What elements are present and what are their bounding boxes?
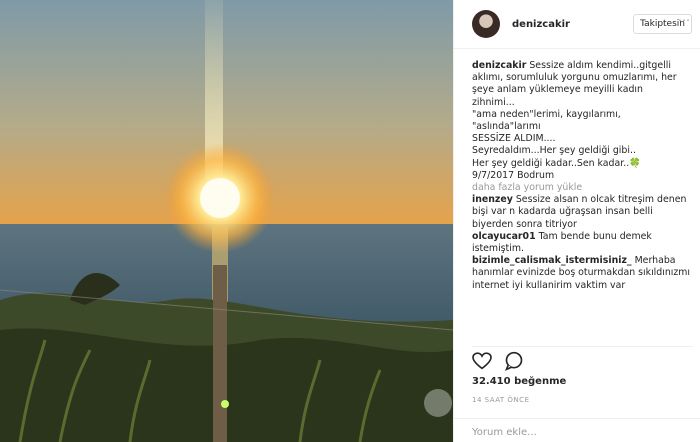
comment: olcayucar01 Tam bende bunu demek istemiş… [472,231,692,255]
caption-line: Seyredaldım...Her şey geldiği gibi.. [472,145,636,157]
post-timestamp[interactable]: 14 SAAT ÖNCE [472,396,530,404]
caption-line: aklımı, sorumluluk yorgunu omuzlarımı, h… [472,72,677,84]
comment: bizimle_calismak_istermisiniz_ Merhaba h… [472,255,692,292]
avatar[interactable] [472,10,500,38]
comment-icon[interactable] [504,351,524,375]
caption-line: zihnimi... [472,96,515,108]
caption-line: "aslında"larımı [472,121,541,133]
comment-username[interactable]: olcayucar01 [472,231,536,242]
comments-section: denizcakir Sessize aldım kendimi..gitgel… [472,60,692,342]
sunset-image [0,0,453,442]
add-comment-input[interactable]: Yorum ekle... [454,418,700,442]
caption-line: Sessize aldım kendimi..gitgelli [529,60,671,71]
caption-line: Her şey geldiği kadar..Sen kadar..🍀 [472,157,641,169]
username[interactable]: denizcakir [512,19,633,30]
caption-username[interactable]: denizcakir [472,60,526,71]
caption-line: "ama neden"lerimi, kaygılarımı, [472,108,621,120]
load-more-comments[interactable]: daha fazla yorum yükle [472,182,692,194]
post-actions [472,346,693,375]
more-options-icon[interactable]: … [678,10,690,24]
post-photo[interactable] [0,0,453,442]
like-count[interactable]: 32.410 beğenme [472,376,566,387]
comment-username[interactable]: bizimle_calismak_istermisiniz_ [472,255,632,266]
caption-line: SESSİZE ALDIM.... [472,133,556,145]
post-side-panel: denizcakir Takiptesin denizcakir Sessize… [453,0,700,442]
caption-line: şeye anlam yüklemeye meyilli kadın [472,84,643,96]
comment-username[interactable]: inenzey [472,194,513,205]
caption-line: 9/7/2017 Bodrum [472,169,555,181]
heart-icon[interactable] [472,352,492,374]
caption: denizcakir Sessize aldım kendimi..gitgel… [472,60,692,182]
post-header: denizcakir Takiptesin [454,0,700,49]
comment: inenzey Sessize alsan n olcak titreşim d… [472,194,692,231]
